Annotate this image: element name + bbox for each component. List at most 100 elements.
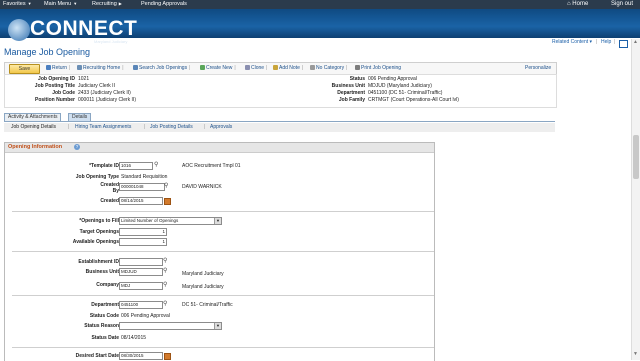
subtab-job-opening-details[interactable]: Job Opening Details (11, 124, 56, 130)
available-openings-label: Available Openings (72, 239, 119, 245)
nav-breadcrumb-recruiting[interactable]: Recruiting ▶ (92, 1, 122, 7)
summary-job-opening-id: Job Opening ID 1021 (5, 76, 89, 82)
calendar-icon[interactable] (164, 198, 171, 205)
lookup-icon[interactable]: ⚲ (163, 282, 169, 288)
job-opening-summary: Job Opening ID 1021 Job Posting Title Judi… (4, 74, 557, 108)
category-icon (310, 65, 315, 70)
status-reason-select[interactable]: ▼ (119, 322, 222, 330)
created-date-input[interactable]: 08/14/2015 (119, 197, 163, 205)
lookup-icon[interactable]: ⚲ (163, 258, 169, 264)
template-id-description: AOC Recruitment Tmpl 01 (182, 163, 241, 169)
available-openings-input[interactable]: 1 (119, 238, 167, 246)
summary-label: Position Number (34, 97, 75, 103)
created-by-input[interactable]: 000001048 (119, 183, 165, 191)
vertical-scrollbar[interactable]: ▲ ▼ (631, 39, 640, 360)
summary-value: 0451100 (DC 51- Criminal/Traffic) (368, 90, 443, 96)
lookup-icon[interactable]: ⚲ (163, 268, 169, 274)
recruiting-home-label: Recruiting Home (83, 65, 121, 71)
add-note-link[interactable]: Add Note | (273, 65, 303, 71)
save-button[interactable]: Save (9, 64, 40, 74)
summary-value: 000011 (Judiciary Clerk II) (78, 97, 136, 103)
return-label: Return (52, 65, 68, 71)
personalize-link[interactable]: Personalize (525, 65, 551, 71)
department-input[interactable]: 0451100 (119, 301, 163, 309)
company-input[interactable]: MDJ (119, 282, 163, 290)
summary-label: Job Family (338, 97, 365, 103)
no-category-link[interactable]: No Category | (310, 65, 347, 71)
brand-banner: CONNECT Maryland Judiciary (0, 9, 640, 44)
scrollbar-thumb[interactable] (633, 135, 639, 179)
desired-start-date-input[interactable]: 08/30/2015 (119, 352, 163, 360)
template-id-input[interactable]: 1016 (119, 162, 153, 170)
lookup-icon[interactable]: ⚲ (154, 162, 160, 168)
lookup-icon[interactable]: ⚲ (164, 183, 170, 189)
page-tabs: Activity & Attachments Details (4, 112, 555, 122)
create-new-link[interactable]: Create New | (200, 65, 236, 71)
chevron-down-icon: ▼ (214, 323, 221, 329)
openings-to-fill-label: *Openings to Fill (79, 218, 119, 224)
scroll-up-arrow-icon[interactable]: ▲ (633, 39, 638, 45)
brand-name: CONNECT (30, 17, 138, 40)
chevron-down-icon: ▼ (214, 218, 221, 224)
sign-out-link[interactable]: Sign out (611, 1, 633, 7)
new-window-icon[interactable] (619, 40, 628, 48)
separator: | (68, 124, 70, 130)
company-label: Company (96, 282, 119, 288)
return-arrow-icon (46, 65, 51, 70)
separator: | (596, 39, 598, 45)
subtab-job-posting-details[interactable]: Job Posting Details (150, 124, 193, 130)
nav-breadcrumb-pending-approvals[interactable]: Pending Approvals (141, 1, 187, 7)
establishment-id-label: Establishment ID (78, 259, 119, 265)
created-label: Created (100, 198, 119, 204)
summary-label: Department (337, 90, 365, 96)
section-title: Opening Information (8, 144, 63, 150)
chevron-right-icon: ▶ (118, 1, 122, 6)
page-title: Manage Job Opening (4, 47, 91, 57)
subtab-approvals[interactable]: Approvals (210, 124, 232, 130)
calendar-icon[interactable] (164, 353, 171, 360)
nav-recruiting-label: Recruiting (92, 1, 117, 7)
target-openings-input[interactable]: 1 (119, 228, 167, 236)
summary-position-number: Position Number 000011 (Judiciary Clerk I… (5, 97, 136, 103)
nav-favorites-label: Favorites (3, 1, 26, 7)
nav-pending-approvals-label: Pending Approvals (141, 1, 187, 7)
help-link[interactable]: Help (601, 39, 611, 45)
openings-to-fill-select[interactable]: Limited Number of Openings ▼ (119, 217, 222, 225)
separator: | (614, 39, 616, 45)
top-navigation-bar: Favorites ▼ Main Menu ▼ Recruiting ▶ Pendin… (0, 0, 640, 9)
scroll-down-arrow-icon[interactable]: ▼ (633, 351, 638, 357)
return-link[interactable]: Return | (46, 65, 70, 71)
summary-department: Department 0451100 (DC 51- Criminal/Traff… (287, 90, 442, 96)
clone-label: Clone (251, 65, 265, 71)
tab-details[interactable]: Details (68, 113, 92, 121)
nav-favorites[interactable]: Favorites ▼ (3, 1, 32, 7)
business-unit-label: Business Unit (85, 269, 119, 275)
summary-label: Job Posting Title (34, 83, 75, 89)
search-job-openings-link[interactable]: Search Job Openings | (133, 65, 190, 71)
brand-subtitle: Maryland Judiciary (94, 39, 128, 44)
tab-activity-attachments[interactable]: Activity & Attachments (4, 113, 62, 121)
related-content-label: Related Content (552, 39, 589, 45)
subtab-hiring-team-assignments[interactable]: Hiring Team Assignments (75, 124, 131, 130)
recruiting-home-link[interactable]: Recruiting Home | (77, 65, 124, 71)
divider (12, 295, 434, 296)
clone-link[interactable]: Clone | (245, 65, 267, 71)
summary-value: CRTMGT (Court Operations-All Court lvl) (368, 97, 459, 103)
establishment-id-input[interactable] (119, 258, 163, 266)
print-job-opening-label: Print Job Opening (361, 65, 402, 71)
business-unit-input[interactable]: MDJUD (119, 268, 163, 276)
create-new-label: Create New (206, 65, 233, 71)
create-new-icon (200, 65, 205, 70)
nav-main-menu[interactable]: Main Menu ▼ (44, 1, 77, 7)
divider (12, 251, 434, 252)
nav-main-menu-label: Main Menu (44, 1, 72, 7)
summary-value: 2433 (Judiciary Clerk II) (78, 90, 131, 96)
job-opening-type-value: Standard Requisition (121, 174, 168, 180)
divider (12, 211, 434, 212)
lookup-icon[interactable]: ⚲ (163, 301, 169, 307)
chevron-down-icon: ▾ (589, 39, 593, 45)
related-content-link[interactable]: Related Content ▾ (552, 39, 592, 45)
print-job-opening-link[interactable]: Print Job Opening (355, 65, 401, 71)
home-link[interactable]: ⌂ Home (567, 1, 588, 7)
help-icon[interactable]: ? (74, 144, 80, 150)
